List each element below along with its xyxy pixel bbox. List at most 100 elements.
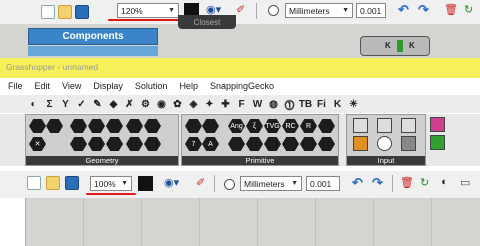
delete-icon[interactable]: 🗑 — [444, 3, 458, 16]
primitive-component-icon[interactable] — [318, 119, 335, 133]
plugin-icon[interactable] — [430, 135, 445, 150]
canvas[interactable] — [25, 198, 480, 246]
geometry-component-icon[interactable] — [70, 137, 87, 151]
redo-icon[interactable]: ↷ — [418, 2, 429, 18]
geometry-component-icon[interactable] — [144, 119, 161, 133]
units-dropdown[interactable]: Millimeters ▼ — [285, 3, 353, 18]
save-icon[interactable] — [75, 5, 89, 19]
geometry-component-icon[interactable] — [29, 119, 46, 133]
display-icon[interactable]: ▭ — [460, 176, 470, 189]
tab-k-icon[interactable]: K — [331, 98, 344, 111]
primitive-component-icon[interactable] — [202, 119, 219, 133]
open-folder-icon[interactable] — [58, 5, 72, 19]
undo-icon[interactable]: ↶ — [352, 175, 363, 191]
new-document-icon[interactable] — [27, 176, 41, 190]
primitive-component-icon[interactable]: ξ — [246, 119, 263, 133]
color-swatch-icon[interactable] — [377, 136, 392, 151]
tab-params-icon[interactable]: ◐ — [27, 98, 40, 111]
geometry-component-icon[interactable] — [46, 119, 63, 133]
tab-w-icon[interactable]: W — [251, 98, 264, 111]
tab-intersect-icon[interactable]: ⚙ — [139, 98, 152, 111]
closest-tab[interactable]: Closest — [178, 15, 236, 29]
primitive-component-icon[interactable] — [185, 119, 202, 133]
primitive-component-icon[interactable] — [246, 137, 263, 151]
refresh-icon[interactable]: ↻ — [464, 3, 473, 16]
canvas-component-node[interactable]: K K — [360, 36, 430, 56]
zoom-value: 100% — [94, 178, 116, 189]
menu-snappinggecko[interactable]: SnappingGecko — [210, 81, 274, 91]
geometry-component-icon[interactable] — [106, 137, 123, 151]
tab-vector-icon[interactable]: ✓ — [75, 98, 88, 111]
brush-icon[interactable]: ✐ — [196, 176, 205, 189]
tab-surface-icon[interactable]: ◆ — [107, 98, 120, 111]
refresh-icon[interactable]: ↻ — [420, 176, 429, 189]
geometry-component-icon[interactable] — [126, 119, 143, 133]
tab-plugin-icon[interactable]: ⓵ — [283, 98, 296, 112]
geometry-component-icon[interactable] — [126, 137, 143, 151]
menu-help[interactable]: Help — [179, 81, 198, 91]
tab-sun-icon[interactable]: ☀ — [347, 98, 360, 111]
primitive-component-icon[interactable]: A — [202, 137, 219, 151]
geometry-component-icon[interactable] — [106, 119, 123, 133]
components-button[interactable]: Components — [28, 28, 158, 45]
toggle-icon[interactable] — [353, 118, 368, 133]
delete-icon[interactable]: 🗑 — [400, 176, 414, 189]
brush-icon[interactable]: ✐ — [236, 3, 245, 16]
tolerance-input[interactable]: 0.001 — [356, 3, 386, 18]
redo-icon[interactable]: ↷ — [372, 175, 383, 191]
tab-curve-icon[interactable]: ✎ — [91, 98, 104, 111]
tab-plugin-icon[interactable]: ◍ — [267, 98, 280, 111]
menu-file[interactable]: File — [8, 81, 23, 91]
units-radio[interactable] — [268, 5, 279, 16]
panel-icon[interactable] — [401, 118, 416, 133]
primitive-component-icon[interactable] — [318, 137, 335, 151]
undo-icon[interactable]: ↶ — [398, 2, 409, 18]
geometry-component-icon[interactable] — [88, 137, 105, 151]
units-dropdown[interactable]: Millimeters ▼ — [240, 176, 302, 191]
gradient-icon[interactable] — [353, 136, 368, 151]
units-radio[interactable] — [224, 179, 235, 190]
geometry-component-icon[interactable] — [88, 119, 105, 133]
primitive-component-icon[interactable]: R — [300, 119, 317, 133]
canvas-grid-line — [373, 198, 374, 246]
tab-transform-icon[interactable]: ◉ — [155, 98, 168, 111]
open-folder-icon[interactable] — [46, 176, 60, 190]
menu-solution[interactable]: Solution — [135, 81, 168, 91]
button-icon[interactable] — [377, 118, 392, 133]
primitive-component-icon[interactable] — [282, 137, 299, 151]
tab-plugin-icon[interactable]: ✦ — [203, 98, 216, 111]
tab-display-icon[interactable]: ✿ — [171, 98, 184, 111]
tab-plugin-icon[interactable]: ◈ — [187, 98, 200, 111]
mouse-icon[interactable]: ◖ — [440, 176, 447, 188]
primitive-component-icon[interactable] — [300, 137, 317, 151]
node-label: K — [409, 41, 415, 50]
menu-view[interactable]: View — [62, 81, 81, 91]
geometry-component-icon[interactable]: ✕ — [29, 137, 46, 151]
tab-fi-icon[interactable]: Fi — [315, 98, 328, 111]
primitive-component-icon[interactable] — [228, 137, 245, 151]
tab-plugin-icon[interactable]: ✚ — [219, 98, 232, 111]
primitive-component-icon[interactable]: Ang — [228, 119, 245, 133]
primitive-component-icon[interactable]: TVG — [264, 119, 281, 133]
tab-tb-icon[interactable]: TB — [299, 98, 312, 111]
new-document-icon[interactable] — [41, 5, 55, 19]
zoom-dropdown[interactable]: 100% ▼ — [90, 176, 132, 191]
tab-f-icon[interactable]: F — [235, 98, 248, 111]
plugin-icon[interactable] — [430, 117, 445, 132]
preview-eye-icon[interactable]: ◉▾ — [164, 176, 179, 189]
zoom-dropdown[interactable]: 120% ▼ — [117, 3, 179, 18]
tab-maths-icon[interactable]: Σ — [43, 98, 56, 111]
tab-mesh-icon[interactable]: ✗ — [123, 98, 136, 111]
geometry-component-icon[interactable] — [144, 137, 161, 151]
menu-display[interactable]: Display — [93, 81, 123, 91]
menu-edit[interactable]: Edit — [35, 81, 51, 91]
geometry-component-icon[interactable] — [70, 119, 87, 133]
snap-grid-icon[interactable] — [138, 176, 153, 191]
save-icon[interactable] — [65, 176, 79, 190]
tab-sets-icon[interactable]: Y — [59, 98, 72, 111]
slider-icon[interactable] — [401, 136, 416, 151]
primitive-component-icon[interactable] — [264, 137, 281, 151]
primitive-component-icon[interactable]: RC — [282, 119, 299, 133]
tolerance-input[interactable]: 0.001 — [306, 176, 340, 191]
primitive-component-icon[interactable]: 7 — [185, 137, 202, 151]
